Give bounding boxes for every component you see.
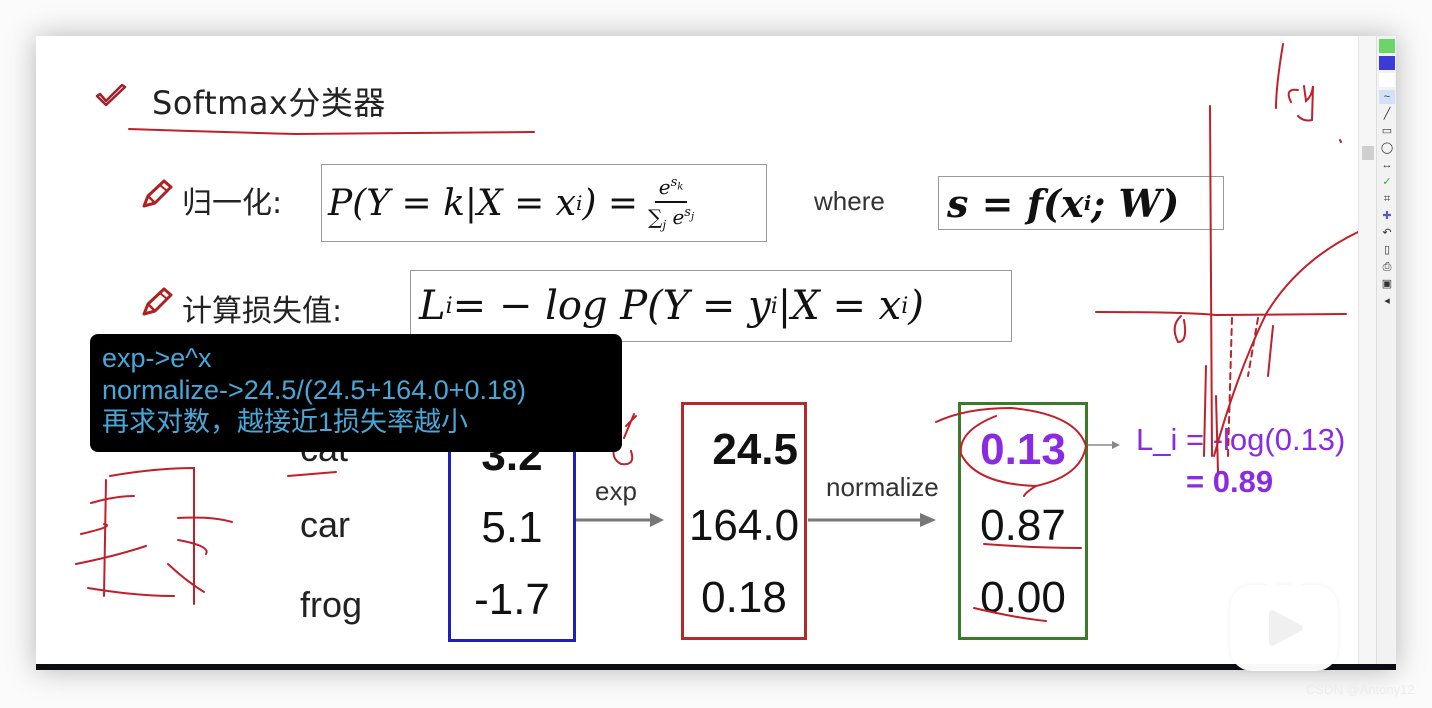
rectangle-tool-icon[interactable]: ▭ <box>1379 124 1395 138</box>
exp-car: 164.0 <box>688 501 800 550</box>
exp-label: exp <box>595 476 637 506</box>
loss-label: 计算损失值: <box>182 294 343 329</box>
caption-tooltip: exp->e^x normalize->24.5/(24.5+164.0+0.1… <box>90 334 622 452</box>
new-page-icon[interactable]: ▯ <box>1379 243 1395 257</box>
normalize-arrow-label: normalize <box>826 472 939 502</box>
title-underline <box>128 128 535 136</box>
pencil-icon <box>142 287 173 316</box>
zero-mark <box>1173 315 1187 344</box>
prob-car: 0.87 <box>980 501 1066 550</box>
graph-vertical-axis <box>1209 105 1213 457</box>
white-swatch-icon[interactable] <box>1379 73 1395 87</box>
where-label: where <box>814 186 885 216</box>
move-icon[interactable]: ✚ <box>1379 209 1395 223</box>
exp-arrow-icon <box>576 513 664 527</box>
loss-sub2: i <box>770 293 778 319</box>
ellipse-tool-icon[interactable]: ◯ <box>1379 141 1395 155</box>
taskbar <box>36 664 1396 670</box>
vertical-scrollbar[interactable] <box>1358 36 1377 670</box>
class-label-car: car <box>300 504 351 545</box>
tooltip-line-1: exp->e^x <box>102 343 212 373</box>
loss-sub: i <box>445 293 453 319</box>
tooltip-line-3: 再求对数，越接近1损失率越小 <box>102 407 469 437</box>
loss-end: ) <box>908 283 924 329</box>
graph-dash-2 <box>1247 317 1259 377</box>
loss-mid: = − log P(Y = y <box>452 283 771 329</box>
where-formula-tail: ; W) <box>1091 180 1180 226</box>
normalize-arrow-icon <box>808 513 936 527</box>
check-icon <box>95 84 127 107</box>
exp-column: 24.5 164.0 0.18 <box>681 402 807 640</box>
line-tool-icon[interactable]: ╱ <box>1379 107 1395 121</box>
ink-sketch-box <box>75 466 233 605</box>
result-value: 0.89 <box>1212 464 1274 499</box>
cat-underline <box>287 471 337 477</box>
tv-antenna-icon <box>1257 568 1311 590</box>
scrollbar-thumb[interactable] <box>1362 146 1374 160</box>
frac-num: e <box>658 174 671 199</box>
checkmark-icon[interactable]: ✓ <box>1379 175 1395 189</box>
blue-swatch-icon[interactable] <box>1379 56 1395 70</box>
play-icon <box>1269 610 1303 646</box>
where-formula: s = f(x <box>947 180 1084 226</box>
undo-icon[interactable]: ↶ <box>1379 226 1395 240</box>
log-label-ink <box>1275 43 1342 143</box>
exp-frog: 0.18 <box>701 573 787 622</box>
result-eq: = <box>1186 464 1213 499</box>
formula-lhs: P(Y = k|X = x <box>328 182 577 224</box>
tooltip-line-2: normalize->24.5/(24.5+164.0+0.18) <box>102 375 527 405</box>
loss-mid2: |X = x <box>777 283 902 329</box>
crop-icon[interactable]: ⌗ <box>1379 192 1395 206</box>
slide: Softmax分类器 归一化: P(Y = k|X = x i) = esk ∑j… <box>36 36 1358 666</box>
score-car: 5.1 <box>481 503 543 552</box>
green-swatch-icon[interactable] <box>1379 39 1395 53</box>
presentation-window: Softmax分类器 归一化: P(Y = k|X = x i) = esk ∑j… <box>36 36 1396 670</box>
pencil-icon <box>142 179 173 208</box>
one-mark <box>1267 325 1274 377</box>
bilibili-play-icon[interactable] <box>1230 585 1338 671</box>
score-frog: -1.7 <box>474 575 550 624</box>
print-icon[interactable]: ⎙ <box>1379 260 1395 274</box>
prob-frog: 0.00 <box>980 573 1066 622</box>
double-arrow-icon[interactable]: ↔ <box>1379 158 1395 172</box>
watermark: CSDN @Antony12 <box>1306 682 1415 697</box>
formula-eq: ) = <box>582 182 639 224</box>
formula-fraction: esk ∑j esj <box>648 175 694 232</box>
loss-formula-l: L <box>419 283 446 329</box>
annotation-toolbar: ~ ╱ ▭ ◯ ↔ ✓ ⌗ ✚ ↶ ▯ ⎙ ▣ ◂ <box>1376 36 1396 670</box>
exp-cat: 24.5 <box>712 425 798 474</box>
slide-title: Softmax分类器 <box>152 84 386 122</box>
freehand-pen-icon[interactable]: ~ <box>1379 90 1395 104</box>
frac-den-e: e <box>666 204 685 229</box>
normalize-formula: P(Y = k|X = x i) = esk ∑j esj <box>321 164 767 242</box>
graph-horizontal-axis <box>1095 311 1347 317</box>
loss-result-line2: = 0.89 <box>1186 464 1273 500</box>
loss-formula: Li = − log P(Y = y i |X = x i) <box>410 270 1012 342</box>
screen-icon[interactable]: ▣ <box>1379 277 1395 291</box>
result-arrow-icon <box>1088 441 1120 449</box>
frac-num-sup-sub: k <box>677 181 684 193</box>
frac-den-sup-sub: j <box>690 211 695 223</box>
class-label-frog: frog <box>300 584 363 625</box>
collapse-icon[interactable]: ◂ <box>1379 294 1395 308</box>
prob-cat: 0.13 <box>980 425 1066 474</box>
normalize-label: 归一化: <box>182 186 283 221</box>
probability-column: 0.13 0.87 0.00 <box>958 402 1088 640</box>
loss-result-line1: L_i = -log(0.13) <box>1136 422 1346 457</box>
sum-symbol: ∑ <box>648 204 663 229</box>
frac-den-sup: s <box>684 204 691 220</box>
score-function-formula: s = f(x i; W) <box>938 176 1224 230</box>
